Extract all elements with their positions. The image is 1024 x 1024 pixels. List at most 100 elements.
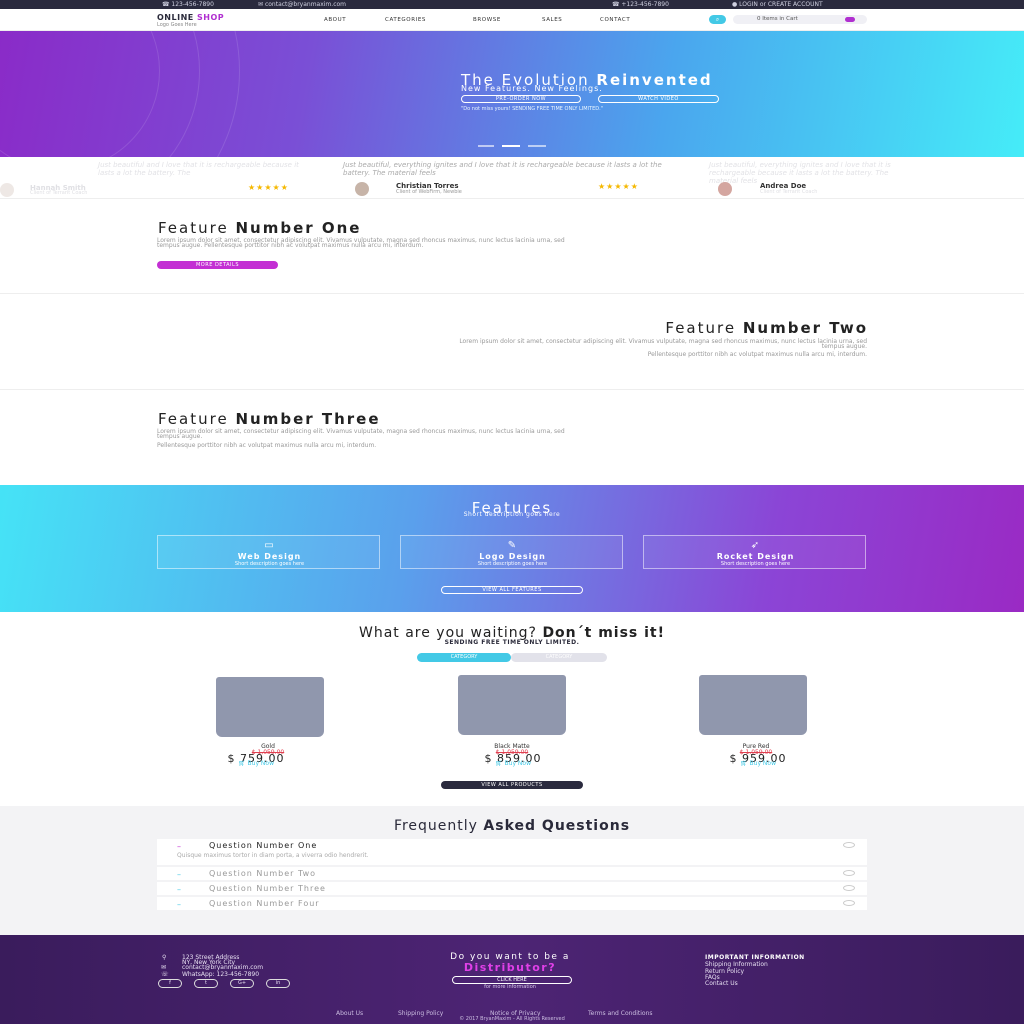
top-bar: ☎ 123-456-7890 ✉ contact@bryanmaxim.com …	[0, 0, 1024, 9]
faq-question: Question Number Three	[209, 884, 326, 893]
copyright: © 2017 BryanMaxim - All Rights Reserved	[459, 1016, 565, 1022]
eye-icon	[843, 842, 855, 848]
facebook-icon[interactable]: f	[158, 979, 182, 988]
slider-dot[interactable]	[478, 145, 494, 147]
logo[interactable]: ONLINE SHOP	[157, 13, 224, 22]
watch-video-button[interactable]: WATCH VIDEO	[598, 95, 719, 103]
distributor-title: Distributor?	[463, 961, 557, 974]
feature-card-desc: Short description goes here	[720, 561, 791, 567]
testimonial-role: Client of Terrarit Coach	[760, 189, 818, 195]
feature-card-title: Logo Design	[479, 552, 546, 561]
footer-link-shipping-info[interactable]: Shipping Information	[705, 961, 768, 968]
footer-whatsapp: WhatsApp: 123-456-7890	[182, 971, 260, 978]
view-all-products-button[interactable]: VIEW ALL PRODUCTS	[441, 781, 583, 789]
feature-section-one: Feature Number One Lorem ipsum dolor sit…	[0, 199, 1024, 294]
faq-question: Question Number Two	[209, 869, 317, 878]
decor-ring	[0, 31, 240, 157]
buy-now-link[interactable]: 🛒︎ Buy Now	[433, 760, 593, 767]
faq-answer: Quisque maximus tortor in diam porta, a …	[177, 852, 369, 859]
faq-question: Question Number Four	[209, 899, 320, 908]
hero-subtitle: New Features. New Feelings.	[461, 84, 603, 93]
buy-now-link[interactable]: 🛒︎ Buy Now	[176, 760, 336, 767]
eye-icon	[843, 900, 855, 906]
product-image-gold[interactable]	[216, 677, 324, 737]
click-here-button[interactable]: CLICK HERE	[452, 976, 572, 984]
buy-now-link[interactable]: 🛒︎ Buy Now	[678, 760, 838, 767]
testimonial-role: Client of Terrarit Coach	[30, 190, 88, 196]
main-navbar: ONLINE SHOP Logo Goes Here ABOUT CATEGOR…	[0, 9, 1024, 31]
cart-button[interactable]: 0 Items in Cart	[733, 15, 867, 24]
feature-card-title: Rocket Design	[716, 552, 795, 561]
phone-right: ☎ +123-456-7890	[612, 1, 669, 8]
hero-note: "Do not miss yours! SENDING FREE TIME ON…	[461, 106, 603, 112]
whatsapp-icon: ☏	[161, 971, 169, 978]
monitor-icon: ▭	[264, 540, 274, 551]
feature-title: Feature Number One	[158, 219, 362, 237]
tab-category-active[interactable]: CATEGORY	[417, 653, 511, 662]
testimonial-role: Client of WebFirm, Newbie	[396, 189, 462, 195]
logo-subtitle: Logo Goes Here	[157, 22, 197, 28]
important-info-title: IMPORTANT INFORMATION	[705, 954, 805, 961]
faq-item-open[interactable]: – Question Number One Quisque maximus to…	[157, 839, 867, 865]
faq-item[interactable]: – Question Number Three	[157, 882, 867, 895]
google-plus-icon[interactable]: G+	[230, 979, 254, 988]
testimonial-quote: Just beautiful, everything ignites and I…	[343, 161, 662, 177]
minus-icon: –	[177, 900, 182, 909]
nav-categories[interactable]: CATEGORIES	[385, 17, 426, 23]
cart-icon: 🛒︎	[740, 760, 748, 767]
more-info-text: for more information	[484, 984, 536, 990]
cart-icon: 🛒︎	[238, 760, 246, 767]
rocket-icon: ➶	[750, 540, 760, 551]
avatar	[355, 182, 369, 196]
nav-browse[interactable]: BROWSE	[473, 17, 501, 23]
slider-dot-active[interactable]	[502, 145, 520, 147]
minus-icon: –	[177, 870, 182, 879]
login-link[interactable]: ● LOGIN or CREATE ACCOUNT	[732, 1, 823, 8]
mail-icon: ✉	[161, 964, 167, 971]
feature-card-desc: Short description goes here	[234, 561, 305, 567]
slider-dot[interactable]	[528, 145, 546, 147]
footer-link-contact[interactable]: Contact Us	[705, 980, 738, 987]
feature-card-logo-design[interactable]: ✎ Logo Design Short description goes her…	[400, 535, 623, 569]
cart-label: 0 Items in Cart	[757, 16, 798, 22]
rating-stars: ★★★★★	[248, 183, 289, 192]
nav-about[interactable]: ABOUT	[324, 17, 346, 23]
location-icon: ⚲	[162, 954, 167, 961]
linkedin-icon[interactable]: in	[266, 979, 290, 988]
faq-section: Frequently Asked Questions – Question Nu…	[0, 806, 1024, 935]
product-image-pure-red[interactable]	[699, 675, 807, 735]
eye-icon	[843, 870, 855, 876]
feature-card-rocket-design[interactable]: ➶ Rocket Design Short description goes h…	[643, 535, 866, 569]
cart-icon: 🛒︎	[495, 760, 503, 767]
preorder-button[interactable]: PRE-ORDER NOW	[461, 95, 581, 103]
testimonial-quote-right: Just beautiful, everything ignites and I…	[709, 161, 891, 185]
feature-card-web-design[interactable]: ▭ Web Design Short description goes here	[157, 535, 380, 569]
nav-contact[interactable]: CONTACT	[600, 17, 630, 23]
nav-sales[interactable]: SALES	[542, 17, 562, 23]
phone-left: ☎ 123-456-7890	[162, 1, 214, 8]
feature-title: Feature Number Three	[158, 410, 381, 428]
eye-icon	[843, 885, 855, 891]
email-link[interactable]: ✉ contact@bryanmaxim.com	[258, 1, 346, 8]
feature-text: Lorem ipsum dolor sit amet, consectetur …	[459, 338, 867, 350]
avatar	[0, 183, 14, 197]
faq-question: Question Number One	[209, 841, 318, 850]
avatar	[718, 182, 732, 196]
feature-card-desc: Short description goes here	[477, 561, 548, 567]
testimonial-quote-left: Just beautiful and I love that it is rec…	[98, 161, 299, 177]
view-all-features-button[interactable]: VIEW ALL FEATURES	[441, 586, 583, 594]
footer-email[interactable]: contact@bryanmaxim.com	[182, 964, 263, 971]
product-image-black-matte[interactable]	[458, 675, 566, 735]
search-button[interactable]: ⌕	[709, 15, 726, 24]
feature-title: Feature Number Two	[665, 319, 868, 337]
minus-icon: –	[177, 842, 182, 851]
faq-item[interactable]: – Question Number Two	[157, 867, 867, 880]
twitter-icon[interactable]: t	[194, 979, 218, 988]
hero-banner: The Evolution Reinvented New Features. N…	[0, 31, 1024, 157]
cart-badge	[845, 17, 855, 22]
feature-text: Lorem ipsum dolor sit amet, consectetur …	[157, 237, 565, 249]
more-details-button[interactable]: MORE DETAILS	[157, 261, 278, 269]
features-section: Features Short description goes here ▭ W…	[0, 485, 1024, 612]
tab-category[interactable]: CATEGORY	[511, 653, 607, 662]
faq-item[interactable]: – Question Number Four	[157, 897, 867, 910]
